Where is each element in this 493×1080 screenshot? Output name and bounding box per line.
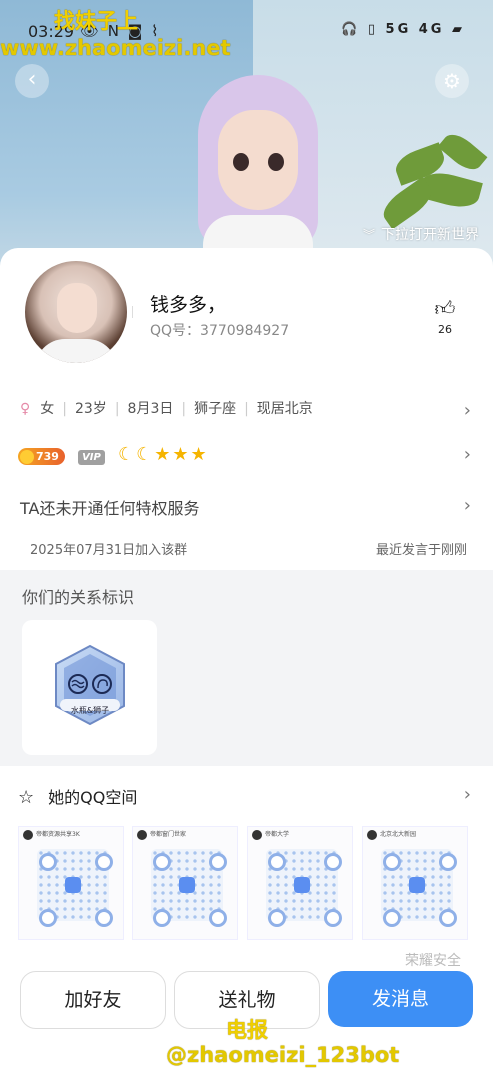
level-icons: ☾☾★★★ bbox=[118, 444, 209, 465]
qzone-thumbnail[interactable]: 北京北大新园 bbox=[362, 826, 468, 940]
gear-icon: ⚙ bbox=[443, 69, 461, 93]
thumbnail-caption: 帝都资源共享3K bbox=[23, 829, 80, 840]
like-button[interactable]: 👍︎ 26 bbox=[430, 296, 460, 336]
last-speak: 最近发言于刚刚 bbox=[375, 543, 467, 558]
pull-hint: ︾ 下拉打开新世界 bbox=[363, 224, 479, 244]
location: 现居北京 bbox=[256, 401, 313, 417]
chevron-left-icon: ‹ bbox=[27, 67, 37, 92]
birthday: 8月3日 bbox=[127, 401, 174, 417]
thumbs-up-icon: 👍︎ bbox=[434, 296, 456, 320]
age: 23岁 bbox=[74, 401, 107, 417]
relationship-badge-card[interactable]: 水瓶&狮子 bbox=[22, 620, 157, 755]
star-icon: ★ bbox=[172, 444, 191, 465]
vip-badge: VIP bbox=[78, 450, 105, 465]
join-date: 2025年07月31日加入该群 bbox=[30, 543, 188, 558]
level-badge: 739 bbox=[18, 448, 65, 465]
relationship-section: 你们的关系标识 水瓶&狮子 bbox=[0, 570, 493, 766]
star-outline-icon: ☆ bbox=[18, 787, 35, 808]
watermark-text: @zhaomeizi_123bot bbox=[166, 1043, 400, 1067]
divider bbox=[132, 306, 133, 318]
qzone-thumbnail[interactable]: 帝都窗门世家 bbox=[132, 826, 238, 940]
star-icon: ★ bbox=[190, 444, 209, 465]
chevron-right-icon[interactable]: › bbox=[464, 495, 471, 516]
3d-avatar bbox=[188, 75, 328, 265]
add-friend-button[interactable]: 加好友 bbox=[20, 971, 166, 1029]
honor-security-label: 荣耀安全 bbox=[405, 953, 461, 969]
status-right-icons: 🎧 ▯ 5G 4G ▰ bbox=[341, 22, 465, 37]
watermark-text: www.zhaomeizi.net bbox=[0, 36, 231, 60]
double-chevron-down-icon: ︾ bbox=[362, 228, 375, 242]
moon-icon: ☾ bbox=[117, 444, 137, 465]
zodiac-badge-label: 水瓶&狮子 bbox=[70, 706, 110, 715]
moon-icon: ☾ bbox=[136, 444, 155, 465]
privilege-text[interactable]: TA还未开通任何特权服务 bbox=[20, 495, 199, 519]
nickname: 钱多多， bbox=[150, 294, 227, 316]
zodiac: 狮子座 bbox=[194, 401, 237, 417]
pull-hint-text: 下拉打开新世界 bbox=[381, 227, 479, 243]
thumbnail-caption: 帝都窗门世家 bbox=[137, 829, 186, 840]
thumbnail-caption: 北京北大新园 bbox=[367, 829, 416, 840]
qzone-entry[interactable]: ☆ 她的QQ空间 bbox=[18, 784, 137, 808]
qzone-thumbnail[interactable]: 帝都资源共享3K bbox=[18, 826, 124, 940]
badge-row[interactable]: 739 VIP ☾☾★★★ bbox=[18, 444, 209, 466]
watermark-text: 找妹子上 bbox=[54, 9, 138, 33]
gender: 女 bbox=[40, 401, 55, 417]
qzone-thumbnails[interactable]: 帝都资源共享3K 帝都窗门世家 帝都大学 北京北大新园 bbox=[18, 826, 493, 942]
avatar[interactable] bbox=[22, 258, 130, 366]
send-message-button[interactable]: 发消息 bbox=[328, 971, 473, 1027]
watermark-text: 电报 bbox=[226, 1018, 268, 1042]
relationship-title: 你们的关系标识 bbox=[22, 588, 135, 607]
back-button[interactable]: ‹ bbox=[15, 64, 49, 98]
settings-button[interactable]: ⚙ bbox=[435, 64, 469, 98]
thumbnail-caption: 帝都大学 bbox=[252, 829, 289, 840]
qzone-thumbnail[interactable]: 帝都大学 bbox=[247, 826, 353, 940]
like-count: 26 bbox=[438, 323, 452, 336]
chevron-right-icon[interactable]: › bbox=[464, 400, 471, 421]
chevron-right-icon[interactable]: › bbox=[464, 444, 471, 465]
basic-info-row[interactable]: ♀ 女 | 23岁 | 8月3日 | 狮子座 | 现居北京 bbox=[20, 398, 313, 418]
female-icon: ♀ bbox=[20, 401, 31, 417]
qq-number: QQ号：3770984927 bbox=[150, 323, 290, 339]
qzone-title: 她的QQ空间 bbox=[48, 788, 138, 807]
star-icon: ★ bbox=[154, 444, 173, 465]
profile-card: 钱多多， QQ号：3770984927 👍︎ 26 ♀ 女 | 23岁 | 8月3日 | 狮子… bbox=[0, 248, 493, 1080]
chevron-right-icon[interactable]: › bbox=[464, 784, 471, 805]
